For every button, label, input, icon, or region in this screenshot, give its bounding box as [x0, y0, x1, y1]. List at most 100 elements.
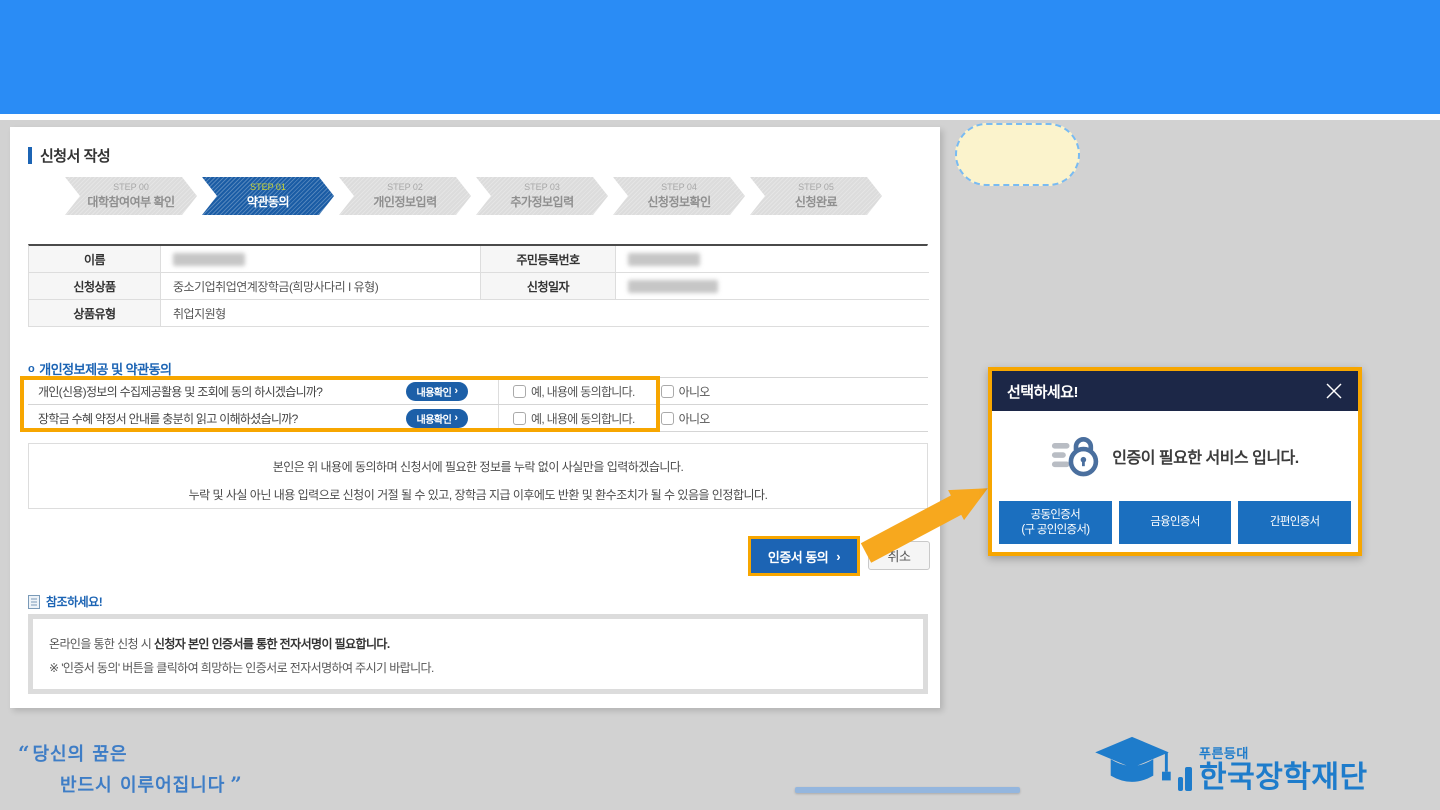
name-value	[161, 246, 481, 273]
close-quote-icon: ”	[225, 772, 239, 796]
slogan: “ 당신의 꿈은 반드시 이루어집니다 ”	[18, 740, 240, 797]
choice-yes: 예, 내용에 동의합니다.	[513, 383, 635, 400]
step-04-application-confirm: STEP 04 신청정보확인	[613, 177, 745, 215]
step-number: STEP 05	[798, 182, 834, 192]
consent-choices: 예, 내용에 동의합니다. 아니오	[498, 405, 928, 431]
product-label: 신청상품	[29, 273, 161, 300]
slogan-line2-text: 반드시 이루어집니다	[60, 775, 225, 796]
certificate-button-label: 금융인증서	[1150, 515, 1199, 529]
step-wizard: STEP 00 대학참여여부 확인 STEP 01 약관동의 STEP 02 개…	[65, 177, 882, 215]
modal-message: 인증이 필요한 서비스 입니다.	[1112, 444, 1298, 468]
certificate-button-label: 공동인증서	[1031, 508, 1080, 522]
step-00-university-check: STEP 00 대학참여여부 확인	[65, 177, 197, 215]
top-banner	[0, 0, 1440, 114]
consent-row-privacy: 개인(신용)정보의 수집제공활용 및 조회에 동의 하시겠습니까? 내용확인 ›…	[28, 378, 928, 405]
consent-confirm-cell: 내용확인 ›	[406, 382, 498, 401]
consent-confirm-cell: 내용확인 ›	[406, 409, 498, 428]
name-label: 이름	[29, 246, 161, 273]
yes-checkbox[interactable]	[513, 385, 526, 398]
modal-body: 인증이 필요한 서비스 입니다.	[992, 411, 1358, 501]
reference-line1-normal: 온라인을 통한 신청 시	[49, 637, 154, 651]
certificate-button-sublabel: (구 공인인증서)	[1021, 523, 1089, 537]
step-03-additional-info: STEP 03 추가정보입력	[476, 177, 608, 215]
rrn-label: 주민등록번호	[481, 246, 616, 273]
date-label: 신청일자	[481, 273, 616, 300]
declaration-line2: 누락 및 사실 아닌 내용 입력으로 신청이 거절 될 수 있고, 장학금 지급…	[29, 486, 927, 503]
choice-no: 아니오	[661, 410, 710, 427]
yes-label: 예, 내용에 동의합니다.	[531, 383, 635, 400]
product-value: 중소기업취업연계장학금(희망사다리 I 유형)	[161, 273, 481, 300]
logo-small-text: 푸른등대	[1199, 747, 1368, 760]
logo-main-text: 한국장학재단	[1199, 763, 1368, 793]
no-label: 아니오	[679, 383, 710, 400]
reference-line1: 온라인을 통한 신청 시 신청자 본인 인증서를 통한 전자서명이 필요합니다.	[49, 635, 923, 652]
graduation-cap-icon	[1093, 733, 1171, 793]
consent-section-title: o 개인정보제공 및 약관동의	[28, 359, 172, 378]
page-title-text: 신청서 작성	[40, 145, 110, 166]
top-divider	[0, 114, 1440, 120]
reference-title: 참조하세요!	[28, 593, 102, 610]
applicant-info-table: 이름 주민등록번호 신청상품 중소기업취업연계장학금(희망사다리 I 유형) 신…	[28, 244, 928, 327]
type-label: 상품유형	[29, 300, 161, 327]
redacted-date	[628, 280, 718, 293]
view-content-button[interactable]: 내용확인 ›	[406, 382, 468, 401]
slogan-line1-text: 당신의 꿈은	[32, 744, 127, 765]
application-form-panel: 신청서 작성 STEP 00 대학참여여부 확인 STEP 01 약관동의 ST…	[10, 127, 940, 708]
step-label: 신청완료	[795, 193, 837, 210]
view-content-label: 내용확인	[417, 411, 452, 426]
yes-label: 예, 내용에 동의합니다.	[531, 410, 635, 427]
step-label: 대학참여여부 확인	[87, 193, 174, 210]
yes-checkbox[interactable]	[513, 412, 526, 425]
close-button[interactable]	[1322, 379, 1346, 403]
title-accent-bar	[28, 147, 32, 164]
modal-header: 선택하세요!	[992, 371, 1358, 411]
step-number: STEP 04	[661, 182, 697, 192]
financial-certificate-button[interactable]: 금융인증서	[1119, 501, 1232, 544]
step-05-complete: STEP 05 신청완료	[750, 177, 882, 215]
page-title: 신청서 작성	[28, 145, 110, 166]
reference-box-inner: 온라인을 통한 신청 시 신청자 본인 인증서를 통한 전자서명이 필요합니다.…	[33, 619, 923, 689]
redacted-name	[173, 253, 245, 266]
certificate-agree-button[interactable]: 인증서 동의 ›	[751, 539, 857, 573]
reference-line1-bold: 신청자 본인 인증서를 통한 전자서명이 필요합니다.	[154, 637, 390, 651]
no-checkbox[interactable]	[661, 385, 674, 398]
redacted-rrn	[628, 253, 700, 266]
step-number: STEP 00	[113, 182, 149, 192]
choice-yes: 예, 내용에 동의합니다.	[513, 410, 635, 427]
view-content-button[interactable]: 내용확인 ›	[406, 409, 468, 428]
highlight-oval-annotation	[955, 123, 1080, 186]
step-label: 약관동의	[247, 193, 289, 210]
bottom-scroll-bar[interactable]	[795, 787, 1020, 793]
declaration-box: 본인은 위 내용에 동의하며 신청서에 필요한 정보를 누락 없이 사실만을 입…	[28, 443, 928, 509]
consent-question: 개인(신용)정보의 수집제공활용 및 조회에 동의 하시겠습니까?	[28, 383, 406, 400]
consent-row-scholarship-terms: 장학금 수혜 약정서 안내를 충분히 읽고 이해하셨습니까? 내용확인 › 예,…	[28, 405, 928, 432]
type-value: 취업지원형	[161, 300, 929, 327]
reference-line2: ※ '인증서 동의' 버튼을 클릭하여 희망하는 인증서로 전자서명하여 주시기…	[49, 659, 923, 676]
close-icon	[1324, 381, 1344, 401]
step-label: 추가정보입력	[510, 193, 573, 210]
joint-certificate-button[interactable]: 공동인증서 (구 공인인증서)	[999, 501, 1112, 544]
consent-choices: 예, 내용에 동의합니다. 아니오	[498, 378, 928, 404]
document-icon	[28, 595, 40, 609]
lighthouse-icon	[1178, 767, 1192, 791]
kosaf-logo: 푸른등대 한국장학재단	[1093, 733, 1368, 793]
chevron-right-icon: ›	[836, 549, 840, 564]
chevron-right-icon: ›	[454, 413, 457, 424]
cancel-button[interactable]: 취소	[868, 541, 930, 570]
slogan-line2: 반드시 이루어집니다 ”	[60, 771, 240, 797]
simple-certificate-button[interactable]: 간편인증서	[1238, 501, 1351, 544]
lock-icon	[1051, 433, 1101, 479]
chevron-right-icon: ›	[454, 386, 457, 397]
consent-section-title-text: 개인정보제공 및 약관동의	[39, 359, 171, 378]
step-number: STEP 02	[387, 182, 423, 192]
date-value	[616, 273, 929, 300]
certificate-button-label: 간편인증서	[1270, 515, 1319, 529]
certificate-buttons: 공동인증서 (구 공인인증서) 금융인증서 간편인증서	[992, 501, 1358, 544]
reference-box: 온라인을 통한 신청 시 신청자 본인 인증서를 통한 전자서명이 필요합니다.…	[28, 614, 928, 694]
consent-rows: 개인(신용)정보의 수집제공활용 및 조회에 동의 하시겠습니까? 내용확인 ›…	[28, 377, 928, 432]
step-01-terms-agreement-active: STEP 01 약관동의	[202, 177, 334, 215]
slogan-line1: “ 당신의 꿈은	[18, 740, 240, 766]
no-checkbox[interactable]	[661, 412, 674, 425]
step-label: 신청정보확인	[647, 193, 710, 210]
certificate-agree-highlight: 인증서 동의 ›	[748, 536, 860, 576]
